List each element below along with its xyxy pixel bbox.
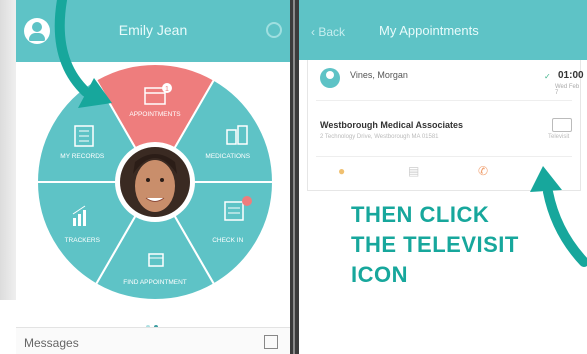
- arrow-to-appointments: [54, 0, 112, 108]
- arrow-to-televisit-icon: [530, 166, 587, 267]
- annotation-arrows: [54, 0, 587, 267]
